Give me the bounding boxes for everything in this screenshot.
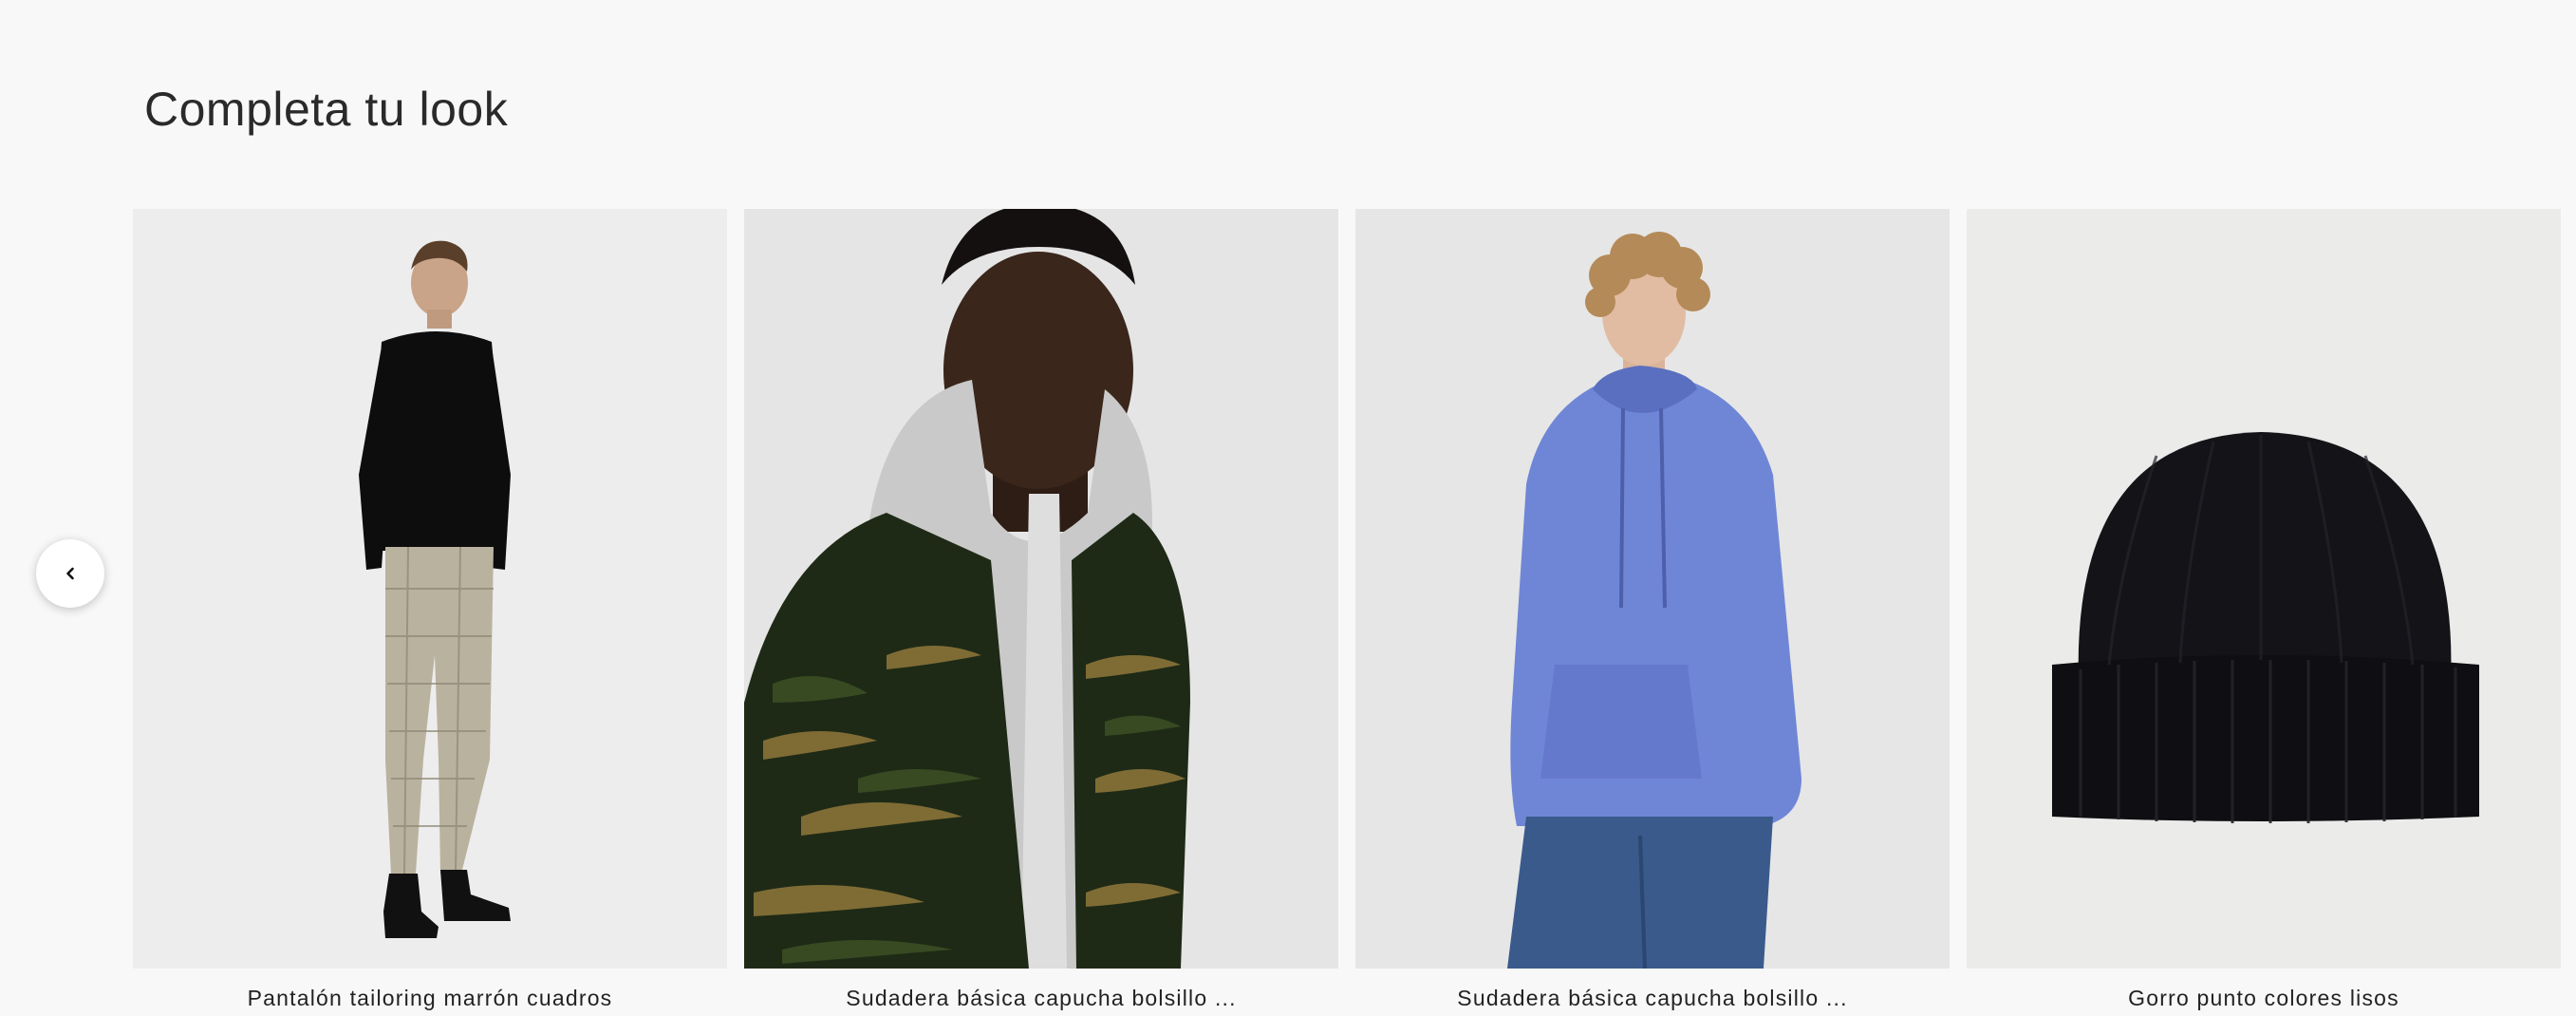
product-carousel: Pantalón tailoring marrón cuadros Sudade…	[0, 0, 2576, 1016]
product-card[interactable]: Sudadera básica capucha bolsillo ...	[744, 209, 1338, 1011]
product-card[interactable]: Pantalón tailoring marrón cuadros	[133, 209, 727, 1011]
product-card[interactable]: Gorro punto colores lisos	[1967, 209, 2561, 1011]
product-name[interactable]: Sudadera básica capucha bolsillo ...	[744, 986, 1338, 1011]
product-image[interactable]	[133, 209, 727, 969]
chevron-left-icon	[66, 567, 74, 580]
product-name[interactable]: Gorro punto colores lisos	[1967, 986, 2561, 1011]
product-name[interactable]: Sudadera básica capucha bolsillo ...	[1355, 986, 1950, 1011]
product-image[interactable]	[1967, 209, 2561, 969]
product-card[interactable]: Sudadera básica capucha bolsillo ...	[1355, 209, 1950, 1011]
product-image[interactable]	[1355, 209, 1950, 969]
product-image[interactable]	[744, 209, 1338, 969]
product-name[interactable]: Pantalón tailoring marrón cuadros	[133, 986, 727, 1011]
carousel-prev-button[interactable]	[36, 539, 104, 608]
